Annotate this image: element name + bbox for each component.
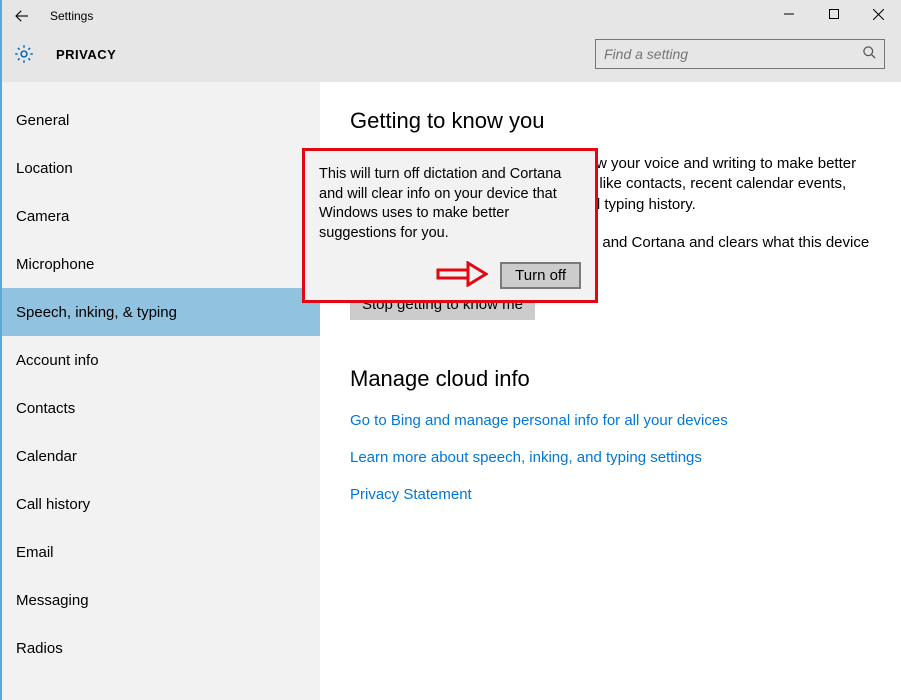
turn-off-button[interactable]: Turn off bbox=[500, 262, 581, 289]
search-input[interactable] bbox=[595, 39, 885, 69]
sidebar-item-camera[interactable]: Camera bbox=[0, 192, 320, 240]
sidebar-item-messaging[interactable]: Messaging bbox=[0, 576, 320, 624]
sidebar-item-label: Contacts bbox=[16, 400, 75, 417]
link-learn-more-speech[interactable]: Learn more about speech, inking, and typ… bbox=[350, 449, 871, 466]
sidebar-item-account-info[interactable]: Account info bbox=[0, 336, 320, 384]
sidebar-item-speech-inking-typing[interactable]: Speech, inking, & typing bbox=[0, 288, 320, 336]
close-button[interactable] bbox=[856, 0, 901, 28]
minimize-icon bbox=[784, 9, 794, 19]
window-controls bbox=[766, 0, 901, 28]
sidebar-item-label: General bbox=[16, 112, 69, 129]
back-button[interactable] bbox=[0, 0, 44, 32]
annotation-arrow-icon bbox=[436, 261, 488, 290]
sidebar-item-label: Microphone bbox=[16, 256, 94, 273]
section-heading-manage-cloud-info: Manage cloud info bbox=[350, 366, 871, 392]
sidebar-item-label: Calendar bbox=[16, 448, 77, 465]
sidebar-item-call-history[interactable]: Call history bbox=[0, 480, 320, 528]
back-arrow-icon bbox=[13, 7, 31, 25]
link-privacy-statement[interactable]: Privacy Statement bbox=[350, 486, 871, 503]
sidebar-item-label: Account info bbox=[16, 352, 99, 369]
maximize-icon bbox=[829, 9, 839, 19]
settings-gear-icon bbox=[12, 42, 36, 66]
sidebar-item-radios[interactable]: Radios bbox=[0, 624, 320, 672]
header-row: PRIVACY bbox=[0, 32, 901, 82]
window-left-accent bbox=[0, 0, 2, 700]
sidebar-item-general[interactable]: General bbox=[0, 96, 320, 144]
sidebar-item-label: Messaging bbox=[16, 592, 89, 609]
sidebar-item-microphone[interactable]: Microphone bbox=[0, 240, 320, 288]
dialog-text: This will turn off dictation and Cortana… bbox=[319, 165, 581, 243]
section-heading-getting-to-know-you: Getting to know you bbox=[350, 108, 871, 134]
link-bing-personal-info[interactable]: Go to Bing and manage personal info for … bbox=[350, 412, 871, 429]
sidebar-item-contacts[interactable]: Contacts bbox=[0, 384, 320, 432]
sidebar-item-email[interactable]: Email bbox=[0, 528, 320, 576]
sidebar-item-label: Email bbox=[16, 544, 54, 561]
close-icon bbox=[873, 9, 884, 20]
window-title: Settings bbox=[50, 9, 93, 23]
sidebar: General Location Camera Microphone Speec… bbox=[0, 82, 320, 700]
sidebar-item-calendar[interactable]: Calendar bbox=[0, 432, 320, 480]
sidebar-item-label: Call history bbox=[16, 496, 90, 513]
sidebar-item-label: Radios bbox=[16, 640, 63, 657]
minimize-button[interactable] bbox=[766, 0, 811, 28]
sidebar-item-location[interactable]: Location bbox=[0, 144, 320, 192]
search-wrap bbox=[595, 39, 885, 69]
titlebar: Settings bbox=[0, 0, 901, 32]
content-area: Getting to know you Windows and Cortana … bbox=[320, 82, 901, 700]
sidebar-item-label: Speech, inking, & typing bbox=[16, 304, 177, 321]
sidebar-item-label: Camera bbox=[16, 208, 69, 225]
page-category-label: PRIVACY bbox=[56, 47, 116, 62]
sidebar-item-label: Location bbox=[16, 160, 73, 177]
maximize-button[interactable] bbox=[811, 0, 856, 28]
turn-off-dialog: This will turn off dictation and Cortana… bbox=[302, 148, 598, 303]
